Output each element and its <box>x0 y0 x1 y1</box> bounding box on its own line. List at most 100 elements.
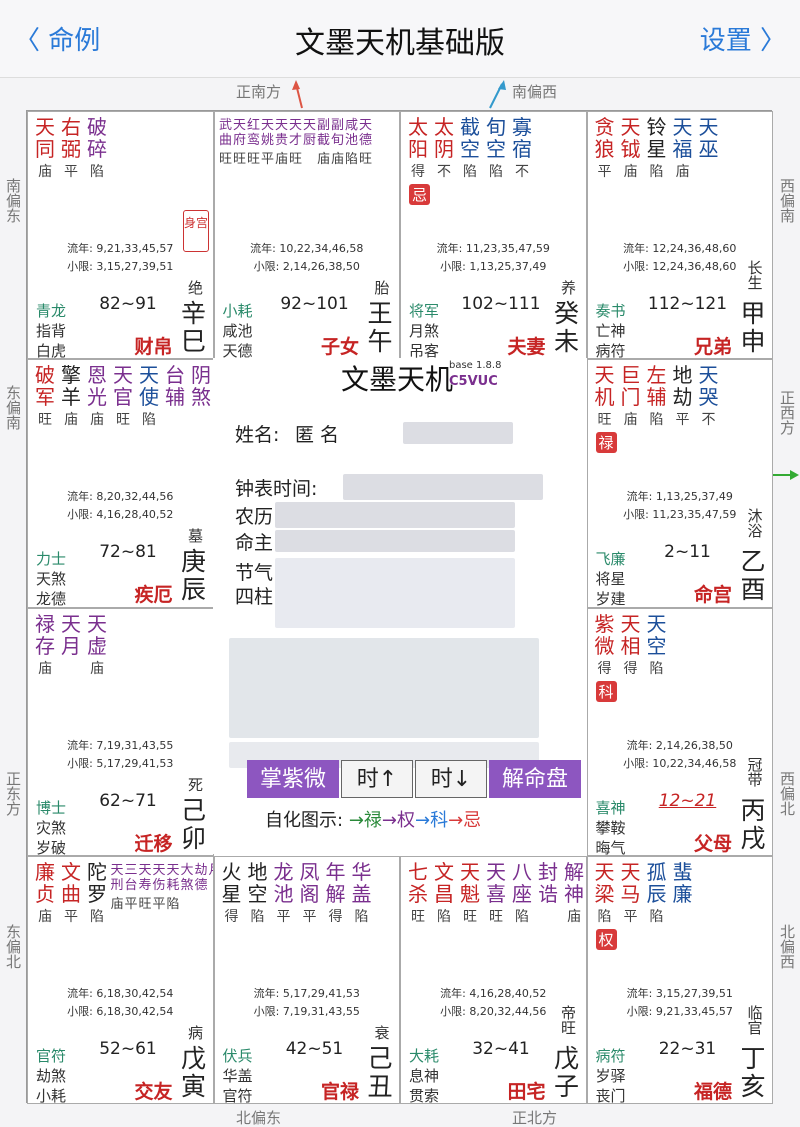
star: 天使陷 <box>136 364 162 429</box>
age-range: 12~21 <box>658 790 717 811</box>
palace-yin[interactable]: 廉贞庙文曲平陀罗陷天刑庙三台平天寿旺天伤平天耗陷大煞劫德月流年: 6,18,30… <box>27 855 214 1104</box>
star-name: 火星 <box>221 859 242 906</box>
star-brightness: 不 <box>515 164 529 180</box>
star-name: 天马 <box>620 859 641 906</box>
minor-star-brightness: 陷 <box>166 896 180 912</box>
palace-name: 父母 <box>693 832 732 855</box>
star-brightness: 陷 <box>515 908 529 925</box>
god-2: 灾煞 <box>36 818 67 837</box>
age-range: 112~121 <box>647 294 728 314</box>
star-brightness: 旺 <box>463 908 477 925</box>
palace-chen[interactable]: 破军旺擎羊庙恩光庙天官旺天使陷台辅阴煞龙德流年: 8,20,32,44,56小限… <box>27 359 214 608</box>
god-2: 指背 <box>36 322 67 340</box>
god-3: 小耗 <box>36 1086 67 1104</box>
minor-star-brightness: 庙 <box>110 896 124 912</box>
hour-up-button[interactable]: 时↑ <box>341 760 413 798</box>
minor-star-brightness: 旺 <box>218 152 232 167</box>
minor-star: 武曲旺 <box>219 118 233 167</box>
star: 旬空陷 <box>483 116 509 181</box>
star: 地劫平 <box>670 364 696 429</box>
god-1: 官符 <box>36 1046 67 1065</box>
star-name: 七杀 <box>408 859 428 906</box>
star: 孤辰陷 <box>644 861 670 926</box>
star-name: 天喜 <box>486 859 506 906</box>
minor-star-name: 天德 <box>358 118 372 148</box>
sihua-tag: 权 <box>595 928 617 950</box>
branch: 酉 <box>740 575 766 605</box>
xiaoxian: 小限: 5,17,29,41,53 <box>67 756 174 770</box>
god-1: 小耗 <box>222 302 253 320</box>
star-brightness: 庙 <box>90 660 104 677</box>
star-name: 天官 <box>113 363 133 410</box>
palace-name: 福德 <box>693 1080 732 1103</box>
branch: 亥 <box>740 1071 766 1101</box>
minor-star-brightness: 旺 <box>232 152 246 167</box>
palace-shen[interactable]: 贪狼平天钺庙铃星陷天福庙天巫 流年: 12,24,36,48,60 小限: 12,2… <box>586 111 773 360</box>
zhang-ziwei-button[interactable]: 掌紫微 <box>247 760 339 798</box>
hour-down-button[interactable]: 时↓ <box>415 760 487 798</box>
star-name: 旬空 <box>486 115 506 161</box>
self-hua-legend: 自化图示: →禄→权→科→忌 <box>265 806 481 832</box>
palace-si[interactable]: 天同庙右弼平破碎陷身宫 流年: 9,21,33,45,57 小限: 3,15,27,… <box>27 111 214 360</box>
star: 阴煞 <box>188 363 213 410</box>
star-name: 禄存 <box>35 611 55 658</box>
star: 太阳得 <box>405 116 431 181</box>
god-1: 伏兵 <box>222 1046 253 1065</box>
minor-star-brightness: 庙 <box>330 152 344 167</box>
star-brightness: 庙 <box>38 908 52 925</box>
star-brightness: 陷 <box>649 908 664 925</box>
xiaoxian: 小限: 9,21,33,45,57 <box>626 1004 733 1018</box>
palace-wei[interactable]: 太阳得太阴不截空陷旬空陷寡宿不忌流年: 11,23,35,47,59 小限: 1,… <box>400 111 587 360</box>
minor-star: 副截庙 <box>317 118 331 167</box>
star-brightness: 旺 <box>489 908 503 925</box>
palace-chou[interactable]: 火星得地空陷龙池平凤阁平年解得华盖陷流年: 5,17,29,41,53 小限: 7… <box>213 855 400 1104</box>
god-2: 息神 <box>409 1066 440 1085</box>
star-name: 天钺 <box>620 115 641 161</box>
star: 台辅 <box>162 364 188 409</box>
stem: 王 <box>367 299 393 328</box>
star: 七杀旺 <box>405 861 431 926</box>
star-name: 截空 <box>460 115 480 161</box>
star-list: 贪狼平天钺庙铃星陷天福庙天巫 <box>592 116 769 190</box>
minor-star-name: 咸池 <box>344 118 358 148</box>
minor-star-name: 副截 <box>316 118 330 148</box>
palace-mao[interactable]: 禄存庙天月 天虚庙流年: 7,19,31,43,55 小限: 5,17,29,41,… <box>27 607 214 856</box>
stem: 丁 <box>740 1043 766 1073</box>
palace-hai[interactable]: 天梁陷天马平孤辰陷蜚廉权流年: 3,15,27,39,51 小限: 9,21,33… <box>586 855 773 1104</box>
minor-star-name: 副旬 <box>330 118 344 148</box>
star-list: 紫微得天相得天空陷 <box>592 613 769 687</box>
sihua-tag: 忌 <box>409 184 431 205</box>
star-list: 破军旺擎羊庙恩光庙天官旺天使陷台辅阴煞龙德 <box>32 363 211 438</box>
star: 天福庙 <box>670 116 696 181</box>
star: 破军旺 <box>32 364 58 429</box>
jieqi-label: 节气 <box>235 562 274 584</box>
god-1: 大耗 <box>409 1046 440 1065</box>
star: 天空陷 <box>644 613 670 678</box>
age-range: 82~91 <box>99 294 157 314</box>
minor-star-name: 天耗 <box>166 862 180 893</box>
star-name: 天巫 <box>698 115 719 161</box>
minor-star-name: 天伤 <box>152 862 166 893</box>
star-name: 阴煞 <box>191 363 211 410</box>
palace-wu[interactable]: 武曲旺天府旺红鸾旺天姚平天贵庙天才旺天厨 副截庙副旬庙咸池陷天德旺流年: 10,2… <box>213 111 400 360</box>
star-brightness: 平 <box>623 908 638 925</box>
liunian: 流年: 8,20,32,44,56 <box>67 490 174 504</box>
jie-mingpan-button[interactable]: 解命盘 <box>489 760 581 798</box>
star-brightness: 得 <box>411 164 425 180</box>
minor-star: 天厨 <box>303 118 317 148</box>
palace-zi[interactable]: 七杀旺文昌陷天魁旺天喜旺八座陷封诰 解神庙流年: 4,16,28,40,52 小限:… <box>400 855 587 1104</box>
palace-xu[interactable]: 紫微得天相得天空陷科流年: 2,14,26,38,50 小限: 10,22,34,… <box>586 607 773 856</box>
star-brightness: 平 <box>675 412 690 429</box>
palace-you[interactable]: 天机旺巨门庙左辅陷地劫平天哭不禄流年: 1,13,25,37,49 小限: 11,… <box>586 359 773 608</box>
star-brightness: 陷 <box>649 660 664 677</box>
god-3: 天德 <box>222 342 253 360</box>
minor-star: 三台平 <box>124 863 138 912</box>
star-list: 火星得地空陷龙池平凤阁平年解得华盖陷 <box>219 861 396 935</box>
star-name: 地劫 <box>672 363 693 410</box>
life-stage: 养 <box>559 280 577 295</box>
name-value: 匿 名 <box>295 424 340 446</box>
star-name: 封诰 <box>538 859 558 906</box>
star: 陀罗陷 <box>84 861 110 926</box>
star-name: 天同 <box>35 115 55 161</box>
star: 右弼平 <box>58 116 84 181</box>
